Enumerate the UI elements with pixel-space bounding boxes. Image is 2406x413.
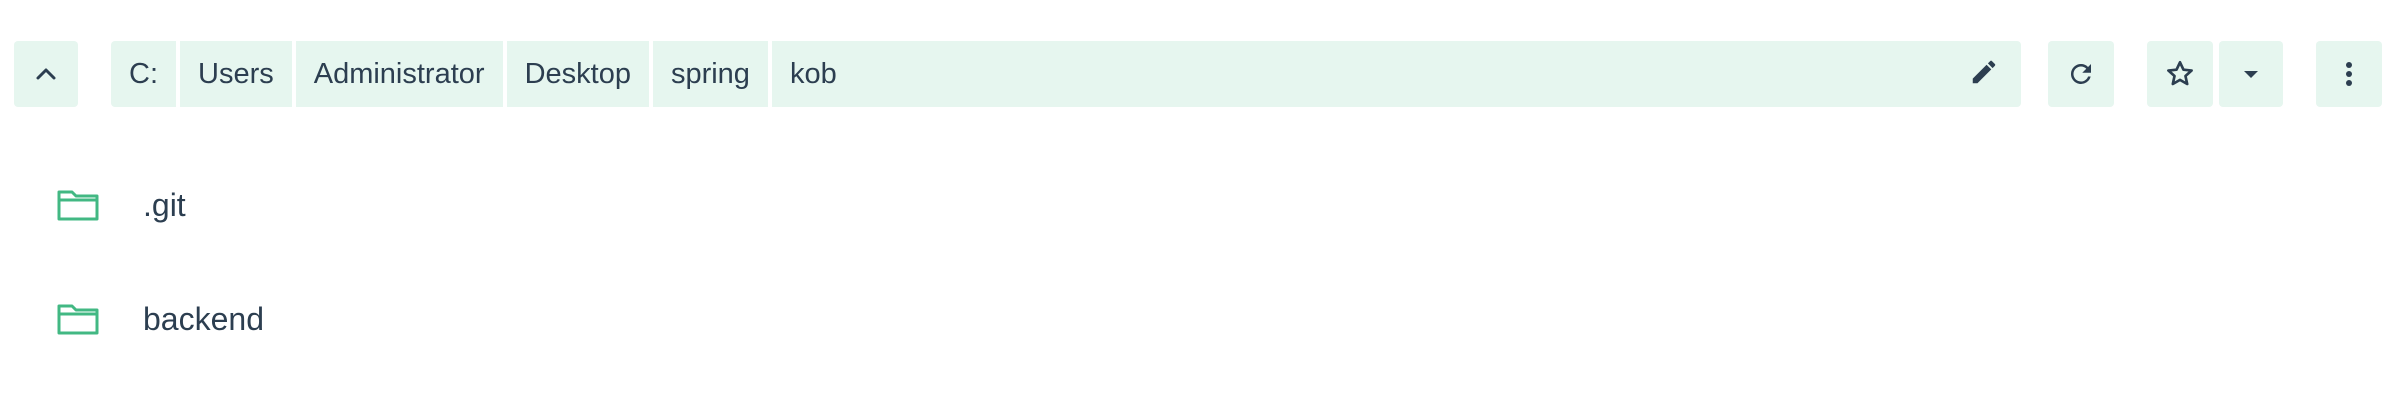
path-toolbar: C: Users Administrator Desktop spring ko… — [0, 41, 2406, 107]
refresh-button[interactable] — [2048, 41, 2114, 107]
breadcrumb-item-kob[interactable]: kob — [772, 41, 855, 107]
chevron-up-icon — [35, 67, 57, 81]
breadcrumb: C: Users Administrator Desktop spring ko… — [111, 41, 2021, 107]
breadcrumb-label: Users — [198, 57, 274, 90]
breadcrumb-item-c[interactable]: C: — [111, 41, 176, 107]
breadcrumb-label: Desktop — [524, 57, 631, 90]
breadcrumb-empty-area[interactable] — [855, 41, 1947, 107]
breadcrumb-label: Administrator — [313, 57, 485, 90]
breadcrumb-item-desktop[interactable]: Desktop — [507, 41, 649, 107]
breadcrumb-item-spring[interactable]: spring — [653, 41, 768, 107]
bookmark-menu-button[interactable] — [2219, 41, 2283, 107]
folder-icon — [56, 301, 100, 337]
file-list: .git backend — [0, 148, 2406, 376]
caret-down-icon — [2242, 69, 2260, 79]
pencil-icon — [1969, 57, 1999, 92]
breadcrumb-item-administrator[interactable]: Administrator — [296, 41, 503, 107]
list-item[interactable]: .git — [0, 148, 2406, 262]
refresh-icon — [2066, 59, 2096, 89]
parent-folder-button[interactable] — [14, 41, 78, 107]
bookmark-button[interactable] — [2147, 41, 2213, 107]
breadcrumb-item-users[interactable]: Users — [180, 41, 292, 107]
breadcrumb-label: C: — [129, 57, 158, 90]
breadcrumb-label: spring — [670, 57, 750, 90]
more-options-button[interactable] — [2316, 41, 2382, 107]
more-vertical-icon — [2345, 61, 2353, 87]
star-icon — [2164, 58, 2196, 90]
breadcrumb-label: kob — [789, 57, 837, 90]
list-item[interactable]: backend — [0, 262, 2406, 376]
folder-icon — [56, 187, 100, 223]
file-name: backend — [143, 300, 264, 337]
file-name: .git — [143, 186, 186, 223]
edit-path-button[interactable] — [1947, 41, 2021, 107]
